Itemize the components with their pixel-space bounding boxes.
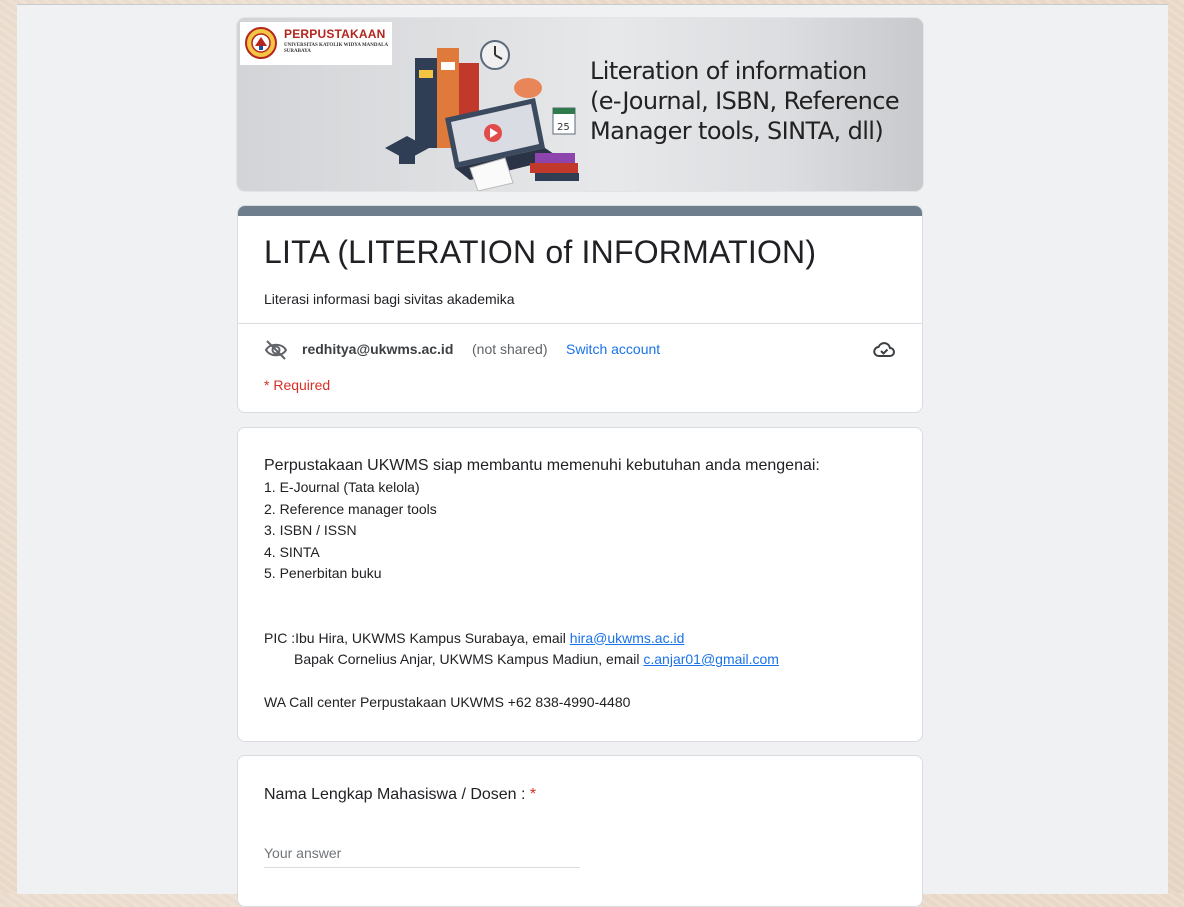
account-email: redhitya@ukwms.ac.id	[302, 341, 454, 357]
question-text: Nama Lengkap Mahasiswa / Dosen :	[264, 786, 526, 803]
eye-off-icon	[264, 340, 288, 360]
cloud-saved-icon[interactable]	[872, 339, 896, 361]
switch-account-link[interactable]: Switch account	[566, 341, 660, 357]
required-note: * Required	[264, 377, 331, 393]
books-laptop-illustration-icon: 25	[385, 40, 579, 191]
pic-line-2: Bapak Cornelius Anjar, UKWMS Kampus Madi…	[264, 649, 896, 671]
not-shared-label: (not shared)	[472, 341, 548, 357]
banner-headline: Literation of information (e-Journal, IS…	[590, 57, 900, 145]
title-accent-bar	[238, 206, 922, 216]
account-row: redhitya@ukwms.ac.id (not shared) Switch…	[264, 339, 896, 361]
list-item: 5. Penerbitan buku	[264, 565, 382, 581]
library-logo: PERPUSTAKAAN UNIVERSITAS KATOLIK WIDYA M…	[240, 22, 392, 65]
wa-call-center: WA Call center Perpustakaan UKWMS +62 83…	[264, 693, 631, 710]
hira-email-link[interactable]: hira@ukwms.ac.id	[570, 630, 685, 646]
required-asterisk: *	[529, 786, 537, 803]
list-item: 2. Reference manager tools	[264, 500, 437, 517]
question-label: Nama Lengkap Mahasiswa / Dosen : *	[264, 786, 536, 804]
list-item: 3. ISBN / ISSN	[264, 522, 357, 538]
logo-subtitle: UNIVERSITAS KATOLIK WIDYA MANDALA SURABA…	[284, 43, 388, 54]
form-description: Literasi informasi bagi sivitas akademik…	[264, 291, 515, 307]
info-card: Perpustakaan UKWMS siap membantu memenuh…	[237, 427, 923, 742]
info-heading: Perpustakaan UKWMS siap membantu memenuh…	[264, 457, 820, 474]
full-name-input[interactable]	[264, 839, 580, 868]
header-divider	[238, 323, 922, 324]
header-banner-image: PERPUSTAKAAN UNIVERSITAS KATOLIK WIDYA M…	[237, 18, 923, 191]
anjar-email-link[interactable]: c.anjar01@gmail.com	[643, 651, 779, 667]
question-card: Nama Lengkap Mahasiswa / Dosen : *	[237, 755, 923, 907]
form-header-card: LITA (LITERATION of INFORMATION) Literas…	[237, 205, 923, 413]
info-body: Perpustakaan UKWMS siap membantu memenuh…	[264, 455, 896, 713]
list-item: 1. E-Journal (Tata kelola)	[264, 479, 420, 495]
logo-title: PERPUSTAKAAN	[284, 27, 386, 41]
pic2-text: Bapak Cornelius Anjar, UKWMS Kampus Madi…	[294, 651, 644, 667]
pic1-text: PIC :Ibu Hira, UKWMS Kampus Surabaya, em…	[264, 629, 570, 646]
form-title: LITA (LITERATION of INFORMATION)	[264, 234, 817, 270]
university-seal-icon	[245, 27, 277, 59]
calendar-day-label: 25	[557, 122, 570, 133]
list-item: 4. SINTA	[264, 543, 320, 560]
pic-line-1: PIC :Ibu Hira, UKWMS Kampus Surabaya, em…	[264, 628, 896, 650]
